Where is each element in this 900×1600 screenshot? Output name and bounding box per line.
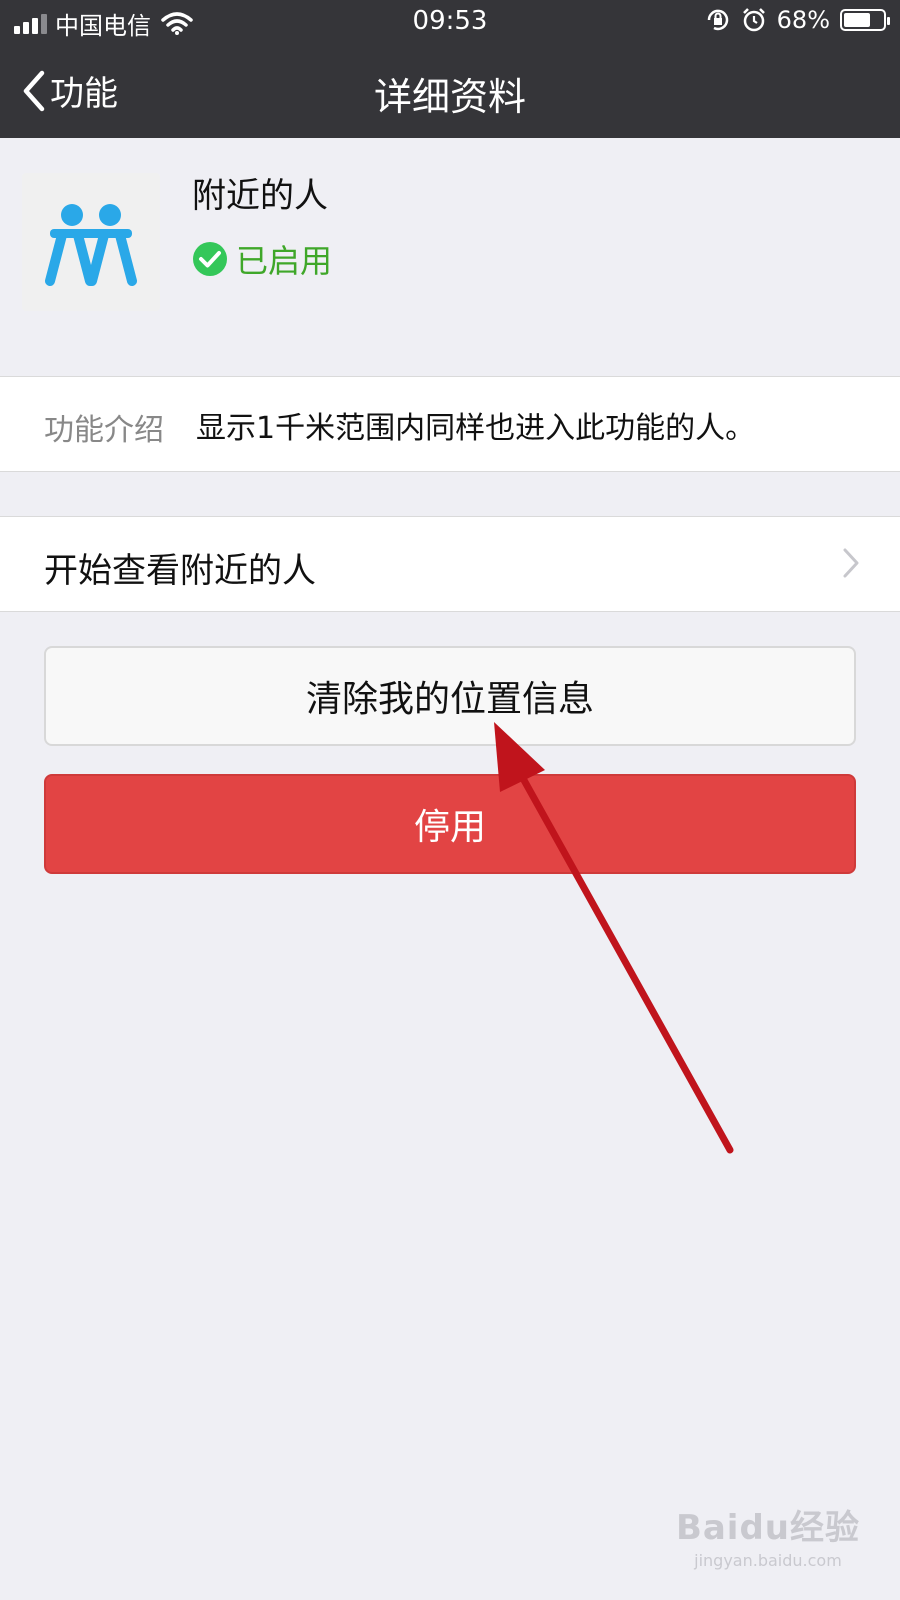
alarm-icon	[742, 8, 765, 32]
start-nearby-label: 开始查看附近的人	[44, 551, 316, 591]
disable-button[interactable]: 停用	[44, 774, 856, 874]
battery-percent: 68%	[776, 6, 830, 34]
status-bar: 中国电信 09:53 68%	[0, 0, 900, 44]
rotation-lock-icon	[707, 9, 728, 31]
status-right: 68%	[705, 6, 890, 34]
page-title: 详细资料	[373, 75, 526, 119]
chevron-right-icon	[843, 548, 859, 578]
battery-fill	[844, 13, 870, 27]
intro-text: 显示1千米范围内同样也进入此功能的人。	[196, 411, 756, 446]
watermark-brand: Baidu经验	[675, 1508, 860, 1548]
baidu-watermark: Baidu经验 jingyan.baidu.com	[676, 1500, 860, 1570]
status-badge: 已启用	[192, 236, 332, 282]
nearby-people-icon	[45, 204, 137, 286]
status-text: 已启用	[236, 242, 333, 280]
battery-icon	[840, 9, 890, 31]
feature-name: 附近的人	[192, 176, 328, 216]
clear-location-button[interactable]: 清除我的位置信息	[44, 646, 856, 746]
check-circle-icon	[193, 242, 227, 276]
intro-label: 功能介绍	[44, 413, 164, 448]
watermark-url: jingyan.baidu.com	[694, 1551, 842, 1570]
top-bar: 中国电信 09:53 68% 功能 详细资料	[0, 0, 900, 138]
feature-icon-tile	[22, 173, 160, 311]
start-nearby-row[interactable]: 开始查看附近的人	[0, 516, 900, 612]
feature-intro-row: 功能介绍 显示1千米范围内同样也进入此功能的人。	[0, 376, 900, 472]
nav-bar: 功能 详细资料	[0, 44, 900, 138]
feature-header: 附近的人 已启用	[0, 138, 900, 368]
